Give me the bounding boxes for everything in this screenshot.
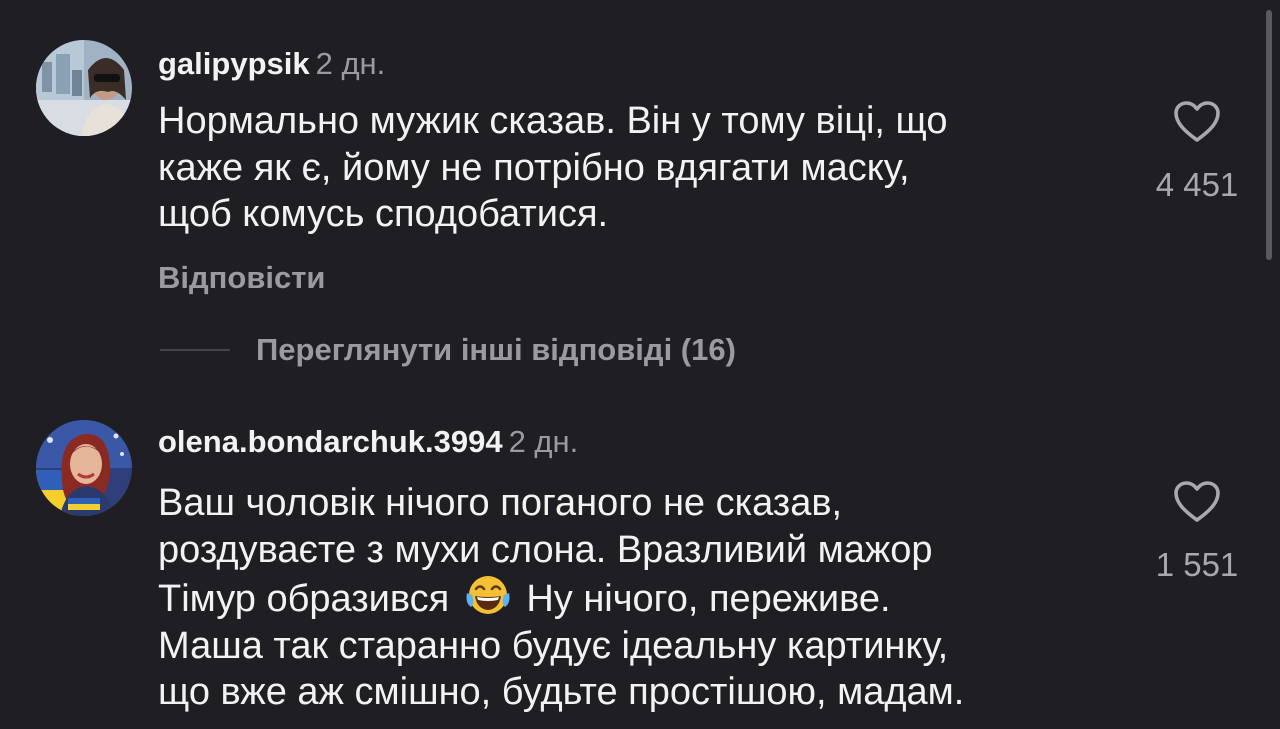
like-count: 4 451 [1155, 166, 1239, 203]
comment-meta: galipypsik 2 дн. [158, 46, 385, 82]
user-photo-avatar-icon [36, 420, 132, 516]
heart-icon[interactable] [1173, 100, 1221, 144]
comment-text: Нормально мужик сказав. Він у тому віці,… [158, 100, 948, 235]
comment-text: Ваш чоловік нічого поганого не сказав, р… [158, 480, 1158, 716]
scrollbar[interactable] [1266, 10, 1272, 260]
username[interactable]: olena.bondarchuk.3994 [158, 424, 503, 459]
avatar[interactable] [36, 40, 132, 136]
username[interactable]: galipypsik [158, 46, 310, 81]
heart-icon[interactable] [1173, 480, 1221, 524]
timestamp: 2 дн. [508, 424, 579, 459]
laughing-tears-emoji-icon [466, 576, 510, 614]
user-photo-avatar-icon [36, 40, 132, 136]
like-count: 1 551 [1155, 546, 1239, 583]
timestamp: 2 дн. [315, 46, 386, 81]
reply-button[interactable]: Відповісти [158, 260, 326, 296]
comments-screen: galipypsik 2 дн. Нормально мужик сказав. … [0, 0, 1280, 729]
avatar[interactable] [36, 420, 132, 516]
view-more-replies-button[interactable]: Переглянути інші відповіді (16) [160, 330, 736, 370]
like-control: 4 451 [1137, 100, 1257, 204]
like-control: 1 551 [1137, 480, 1257, 584]
view-more-replies-label: Переглянути інші відповіді (16) [256, 332, 736, 367]
comment-meta: olena.bondarchuk.3994 2 дн. [158, 424, 578, 460]
divider [160, 349, 230, 351]
